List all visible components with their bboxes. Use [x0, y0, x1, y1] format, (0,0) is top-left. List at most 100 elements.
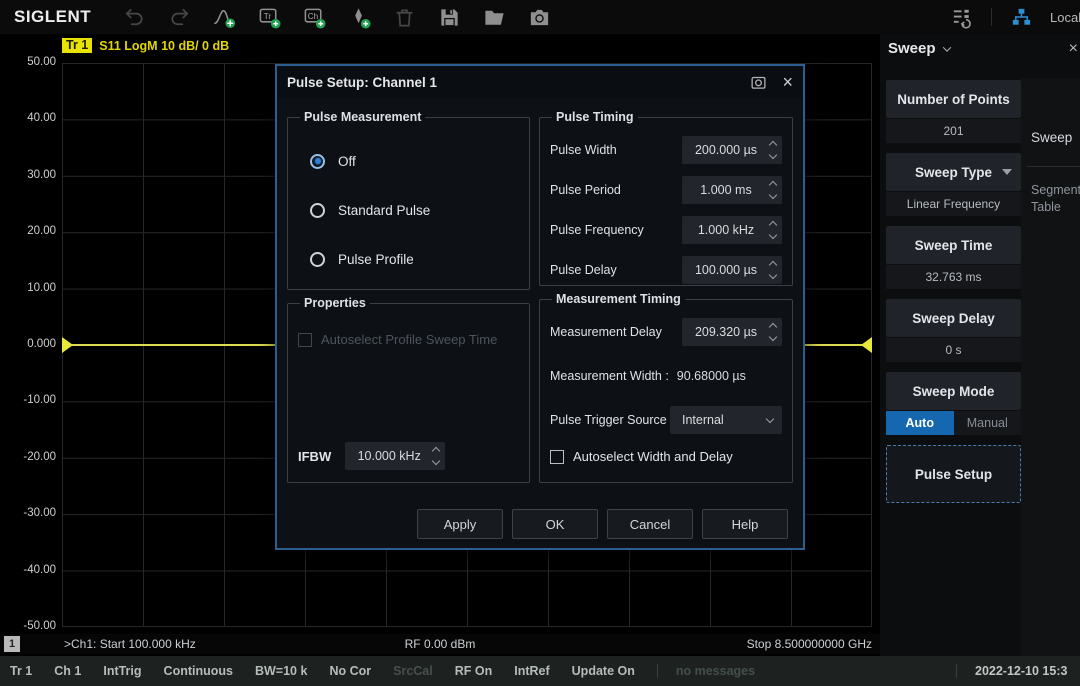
status-correction: No Cor — [329, 664, 371, 678]
sweep-type-value[interactable]: Linear Frequency — [886, 192, 1021, 216]
add-marker-button[interactable] — [346, 4, 372, 30]
delete-button[interactable] — [391, 4, 417, 30]
checkbox-label: Autoselect Profile Sweep Time — [321, 332, 497, 347]
chevron-down-icon — [942, 43, 950, 51]
y-tick: 30.00 — [0, 169, 56, 181]
trace-parameters: S11 LogM 10 dB/ 0 dB — [99, 39, 229, 53]
spinner-buttons[interactable] — [767, 136, 779, 164]
radio-pulse-profile[interactable]: Pulse Profile — [310, 247, 519, 271]
sweep-mode-manual-option[interactable]: Manual — [954, 411, 1022, 435]
preset-button[interactable] — [949, 4, 975, 30]
recall-folder-icon — [483, 6, 506, 29]
pulse-setup-button[interactable]: Pulse Setup — [886, 445, 1021, 503]
tab-sweep[interactable]: Sweep — [1031, 130, 1072, 145]
apply-button[interactable]: Apply — [417, 509, 503, 539]
spinner-buttons[interactable] — [430, 442, 442, 470]
y-tick: -10.00 — [0, 394, 56, 406]
spinner-buttons[interactable] — [767, 256, 779, 284]
dialog-footer: Apply OK Cancel Help — [277, 500, 803, 548]
add-measurement-icon — [213, 6, 236, 29]
trace-badge[interactable]: Tr 1 — [62, 38, 92, 53]
help-button[interactable]: Help — [702, 509, 788, 539]
redo-button[interactable] — [166, 4, 192, 30]
checkbox-icon — [550, 450, 564, 464]
group-legend: Pulse Timing — [552, 110, 638, 124]
screenshot-button[interactable] — [526, 4, 552, 30]
y-tick: 50.00 — [0, 56, 56, 68]
y-tick: 40.00 — [0, 112, 56, 124]
spinner-buttons[interactable] — [767, 216, 779, 244]
status-bar: Tr 1 Ch 1 IntTrig Continuous BW=10 k No … — [0, 656, 1080, 686]
ok-button[interactable]: OK — [512, 509, 598, 539]
radio-label: Pulse Profile — [338, 252, 414, 267]
recall-button[interactable] — [481, 4, 507, 30]
sweep-type-button[interactable]: Sweep Type — [886, 153, 1021, 191]
siglent-logo: SIGLENT — [14, 7, 91, 27]
spinner-buttons[interactable] — [767, 318, 779, 346]
measurement-delay-label: Measurement Delay — [550, 325, 682, 339]
add-trace-button[interactable]: Tr — [256, 4, 282, 30]
sweep-mode-auto-option[interactable]: Auto — [886, 411, 954, 435]
radio-standard-pulse[interactable]: Standard Pulse — [310, 198, 519, 222]
number-of-points-value[interactable]: 201 — [886, 119, 1021, 143]
checkbox-label: Autoselect Width and Delay — [573, 449, 733, 464]
sweep-sidebar: Sweep × Number of Points 201 Sweep Type … — [880, 34, 1080, 656]
dialog-screenshot-icon[interactable] — [750, 74, 767, 91]
delete-icon — [393, 6, 416, 29]
y-tick: 20.00 — [0, 225, 56, 237]
group-legend: Properties — [300, 296, 370, 310]
sidebar-tab-strip: Sweep Segment Table — [1021, 78, 1080, 656]
dialog-right-column: Pulse Timing Pulse Width 200.000 µs Puls… — [539, 104, 793, 483]
measurement-delay-input[interactable]: 209.320 µs — [682, 318, 782, 346]
save-button[interactable] — [436, 4, 462, 30]
radio-icon — [310, 154, 325, 169]
trace-info[interactable]: Tr 1 S11 LogM 10 dB/ 0 dB — [62, 38, 229, 53]
pulse-period-input[interactable]: 1.000 ms — [682, 176, 782, 204]
sweep-mode-button[interactable]: Sweep Mode — [886, 372, 1021, 410]
pulse-width-input[interactable]: 200.000 µs — [682, 136, 782, 164]
autoselect-width-delay-checkbox[interactable]: Autoselect Width and Delay — [550, 449, 782, 464]
sweep-time-button[interactable]: Sweep Time — [886, 226, 1021, 264]
status-sweep-mode: Continuous — [164, 664, 233, 678]
radio-off[interactable]: Off — [310, 149, 519, 173]
status-reference: IntRef — [514, 664, 549, 678]
undo-button[interactable] — [121, 4, 147, 30]
properties-group: Properties Autoselect Profile Sweep Time… — [287, 296, 530, 483]
sweep-delay-button[interactable]: Sweep Delay — [886, 299, 1021, 337]
tab-segment-table[interactable]: Segment Table — [1031, 182, 1080, 216]
svg-text:Ch: Ch — [307, 11, 317, 20]
ifbw-label: IFBW — [298, 449, 331, 464]
spinner-buttons[interactable] — [767, 176, 779, 204]
sweep-menu: Number of Points 201 Sweep Type Linear F… — [886, 80, 1021, 503]
sweep-time-value[interactable]: 32.763 ms — [886, 265, 1021, 289]
status-trace: Tr 1 — [10, 664, 32, 678]
cancel-button[interactable]: Cancel — [607, 509, 693, 539]
pulse-delay-input[interactable]: 100.000 µs — [682, 256, 782, 284]
status-srccal: SrcCal — [393, 664, 433, 678]
radio-label: Off — [338, 154, 356, 169]
pulse-timing-group: Pulse Timing Pulse Width 200.000 µs Puls… — [539, 110, 793, 286]
measurement-width-value: 90.68000 µs — [677, 369, 746, 383]
y-tick: -40.00 — [0, 564, 56, 576]
dialog-close-icon[interactable]: × — [782, 73, 793, 91]
pulse-trigger-source-select[interactable]: Internal — [670, 406, 782, 434]
button-label: Sweep Time — [915, 238, 993, 253]
undo-icon — [123, 6, 146, 29]
sidebar-close-icon[interactable]: × — [1069, 40, 1078, 58]
sidebar-menu-selector[interactable]: Sweep — [888, 40, 950, 57]
network-status-button[interactable] — [1008, 4, 1034, 30]
dialog-title: Pulse Setup: Channel 1 — [287, 75, 750, 90]
pulse-frequency-input[interactable]: 1.000 kHz — [682, 216, 782, 244]
y-tick: -50.00 — [0, 620, 56, 632]
add-channel-button[interactable]: Ch — [301, 4, 327, 30]
stop-frequency-label[interactable]: Stop 8.500000000 GHz — [747, 637, 872, 651]
group-legend: Measurement Timing — [552, 292, 685, 306]
number-of-points-button[interactable]: Number of Points — [886, 80, 1021, 118]
sweep-delay-value[interactable]: 0 s — [886, 338, 1021, 362]
add-measurement-button[interactable] — [211, 4, 237, 30]
ifbw-input[interactable]: 10.000 kHz — [345, 442, 445, 470]
y-tick: 0.000 — [0, 338, 56, 350]
button-label: Sweep Delay — [912, 311, 995, 326]
pulse-delay-label: Pulse Delay — [550, 263, 682, 277]
chevron-down-icon — [766, 415, 774, 423]
